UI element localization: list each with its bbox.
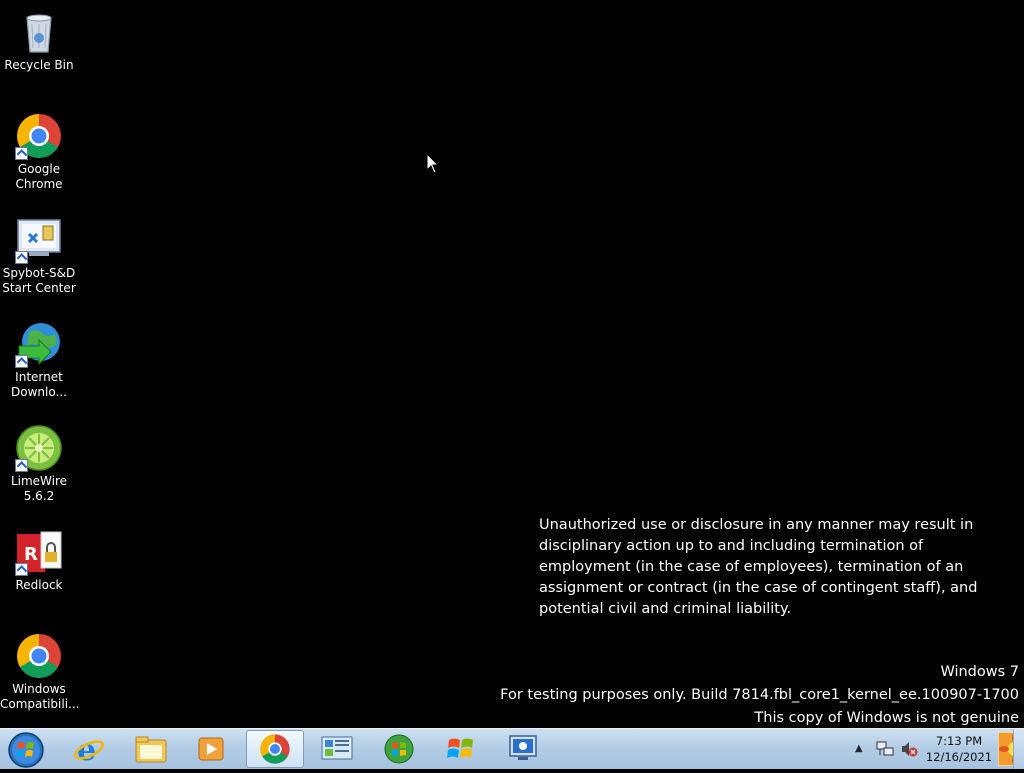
desktop-icon-recycle-bin[interactable]: Recycle Bin [0,2,78,73]
control-panel-icon [321,736,353,760]
taskbar-internet-explorer[interactable]: e [60,730,118,768]
windows-flag-icon [447,738,473,758]
taskbar-media-player[interactable] [182,730,240,768]
taskbar-chrome[interactable] [246,730,304,768]
shortcut-arrow-icon [15,563,28,576]
desktop-icon-google-chrome[interactable]: Google Chrome [0,106,78,192]
chrome-icon [260,734,290,764]
taskbar-windows-explorer[interactable] [122,730,180,768]
taskbar-monitor[interactable] [494,730,552,768]
svg-text:R: R [24,544,38,565]
desktop-icon-windows-compatibility[interactable]: Windows Compatibili... [0,626,80,712]
media-player-icon [198,737,224,761]
desktop-icon-label: Windows Compatibili... [0,682,80,711]
windows-watermark: Windows 7 For testing purposes only. Bui… [500,661,1019,730]
mouse-cursor-icon [426,152,440,179]
watermark-os: Windows 7 [940,664,1019,680]
limewire-icon [15,424,63,472]
clock-time: 7:13 PM [935,734,983,748]
show-desktop-button[interactable] [1013,729,1024,769]
desktop-icon-label: LimeWire 5.6.2 [10,474,68,503]
system-tray: ▲ 7:13 PM 12/16/2021 [824,729,1024,769]
desktop-icon-label: Google Chrome [15,162,63,191]
desktop[interactable]: Recycle Bin Google Chrome Spybot-S&D Sta… [0,0,1024,728]
desktop-icon-limewire[interactable]: LimeWire 5.6.2 [0,418,78,504]
legal-notice-text: Unauthorized use or disclosure in any ma… [539,517,978,617]
taskbar-windows-flag[interactable] [432,730,490,768]
desktop-icon-label: Internet Downlo... [11,370,67,399]
taskbar-control-panel[interactable] [308,730,366,768]
windows-explorer-icon [135,736,167,763]
desktop-icon-spybot[interactable]: Spybot-S&D Start Center [0,210,78,296]
chrome-icon [15,632,63,680]
recycle-bin-icon [15,8,63,56]
internet-download-manager-icon [15,320,63,368]
watermark-build: For testing purposes only. Build 7814.fb… [500,687,1019,703]
show-hidden-icons-button[interactable]: ▲ [855,743,863,754]
shortcut-arrow-icon [15,147,28,160]
shortcut-arrow-icon [15,251,28,264]
desktop-icon-label: Recycle Bin [4,58,74,72]
spybot-icon [15,216,63,264]
shortcut-arrow-icon [15,355,28,368]
clock-date: 12/16/2021 [925,750,993,764]
desktop-icon-internet-download-manager[interactable]: Internet Downlo... [0,314,78,400]
windows-start-orb-icon [8,732,44,768]
taskbar-windows-orb-green[interactable] [370,730,428,768]
monitor-icon [509,735,537,760]
watermark-genuine: This copy of Windows is not genuine [754,710,1019,726]
desktop-icon-redlock[interactable]: R Redlock [0,522,78,593]
chrome-icon [15,112,63,160]
volume-muted-icon[interactable] [900,740,918,762]
redlock-icon: R [15,528,63,576]
taskbar-clock[interactable]: 7:13 PM 12/16/2021 [924,733,994,765]
desktop-icon-label: Redlock [15,578,63,592]
taskbar: e ▲ 7:13 PM 12/16/2021 [0,728,1024,769]
start-button[interactable] [6,731,46,769]
internet-explorer-icon: e [73,733,105,765]
windows-orb-green-icon [384,734,414,764]
desktop-icon-label: Spybot-S&D Start Center [2,266,76,295]
shortcut-arrow-icon [15,459,28,472]
network-icon[interactable] [876,740,894,762]
